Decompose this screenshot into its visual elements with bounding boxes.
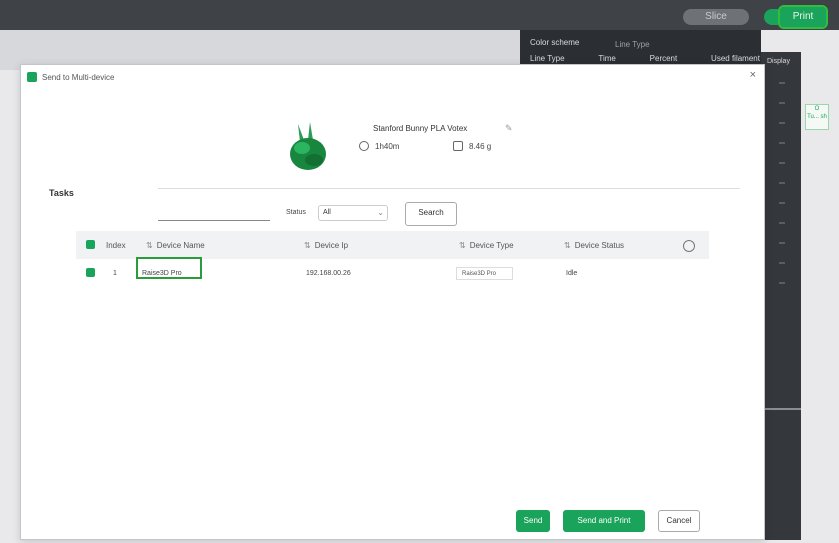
- gear-icon[interactable]: [683, 240, 695, 252]
- col-device-name[interactable]: ⇅ Device Name: [146, 241, 205, 250]
- col-device-status-label: Device Status: [574, 240, 625, 250]
- dialog-title: Send to Multi-device: [42, 72, 115, 82]
- legend-col: Used filament: [711, 54, 760, 63]
- status-label: Status: [286, 209, 306, 216]
- legend-col: Time: [598, 54, 616, 63]
- send-button[interactable]: Send: [516, 510, 550, 532]
- col-device-ip-label: Device Ip: [314, 240, 349, 250]
- legend-header-row: Line Type Time Percent Used filament: [530, 54, 760, 63]
- print-time: 1h40m: [359, 141, 399, 151]
- display-column: Display: [761, 52, 801, 540]
- close-icon[interactable]: ×: [750, 69, 756, 81]
- table-row[interactable]: 1 Raise3D Pro 192.168.00.26 Raise3D Pro …: [76, 257, 709, 287]
- display-header: Display: [767, 58, 790, 65]
- legend-dot: [779, 262, 785, 264]
- legend-dot: [779, 282, 785, 284]
- sort-icon: ⇅: [459, 240, 466, 250]
- col-device-ip[interactable]: ⇅ Device Ip: [304, 241, 348, 250]
- row-device-status: Idle: [566, 269, 578, 277]
- legend-dot: [779, 182, 785, 184]
- legend-dot: [779, 142, 785, 144]
- side-tip-line: O: [814, 106, 820, 112]
- model-thumbnail: [290, 122, 326, 170]
- model-name: Stanford Bunny PLA Votex: [373, 124, 468, 133]
- col-device-type[interactable]: ⇅ Device Type: [459, 241, 514, 250]
- search-input[interactable]: [158, 220, 270, 221]
- sort-icon: ⇅: [304, 240, 311, 250]
- green-toggle[interactable]: [764, 9, 778, 25]
- chevron-down-icon: ⌄: [377, 208, 384, 217]
- col-index: Index: [106, 240, 126, 250]
- print-button[interactable]: Print: [778, 5, 828, 29]
- slice-button[interactable]: Slice: [683, 9, 749, 25]
- status-value: All: [323, 209, 331, 216]
- status-select[interactable]: All ⌄: [318, 205, 388, 221]
- dialog-titlebar: Send to Multi-device: [27, 70, 114, 84]
- filament-weight: 8.46 g: [453, 141, 491, 151]
- edit-icon[interactable]: ✎: [505, 123, 513, 134]
- divider: [761, 408, 801, 410]
- legend-dot: [779, 222, 785, 224]
- side-tip[interactable]: O Tu... sh: [805, 104, 829, 130]
- col-device-name-label: Device Name: [156, 240, 205, 250]
- side-tip-line: Tu... sh: [807, 114, 827, 120]
- select-all-checkbox[interactable]: [86, 240, 95, 249]
- send-and-print-button[interactable]: Send and Print: [563, 510, 645, 532]
- clock-icon: [359, 141, 369, 151]
- sort-icon: ⇅: [564, 240, 571, 250]
- sort-icon: ⇅: [146, 240, 153, 250]
- search-button[interactable]: Search: [405, 202, 457, 226]
- legend-dot: [779, 82, 785, 84]
- app-logo-icon: [27, 72, 37, 82]
- row-checkbox[interactable]: [86, 268, 95, 277]
- cancel-button[interactable]: Cancel: [658, 510, 700, 532]
- legend-dot: [779, 242, 785, 244]
- legend-dot: [779, 122, 785, 124]
- print-time-value: 1h40m: [375, 141, 400, 151]
- filament-weight-value: 8.46 g: [469, 141, 492, 151]
- tasks-label: Tasks: [49, 188, 74, 198]
- row-device-name: Raise3D Pro: [142, 269, 182, 277]
- color-scheme-label: Color scheme: [530, 38, 580, 47]
- spool-icon: [453, 141, 463, 151]
- line-type-dropdown[interactable]: Line Type: [615, 40, 650, 49]
- send-multi-device-dialog: Send to Multi-device × Stanford Bunny PL…: [20, 64, 765, 540]
- legend-dot: [779, 202, 785, 204]
- divider: [158, 188, 740, 189]
- col-device-status[interactable]: ⇅ Device Status: [564, 241, 624, 250]
- legend-dot: [779, 162, 785, 164]
- table-header: Index ⇅ Device Name ⇅ Device Ip ⇅ Device Ty…: [76, 231, 709, 259]
- legend-col: Percent: [649, 54, 678, 63]
- legend-dot: [779, 102, 785, 104]
- top-toolbar: Slice Print: [0, 0, 839, 30]
- legend-col: Line Type: [530, 54, 565, 63]
- row-device-type[interactable]: Raise3D Pro: [456, 267, 513, 280]
- col-device-type-label: Device Type: [469, 240, 514, 250]
- row-index: 1: [113, 269, 117, 277]
- row-device-ip: 192.168.00.26: [306, 269, 351, 277]
- device-table: Index ⇅ Device Name ⇅ Device Ip ⇅ Device Ty…: [76, 231, 709, 287]
